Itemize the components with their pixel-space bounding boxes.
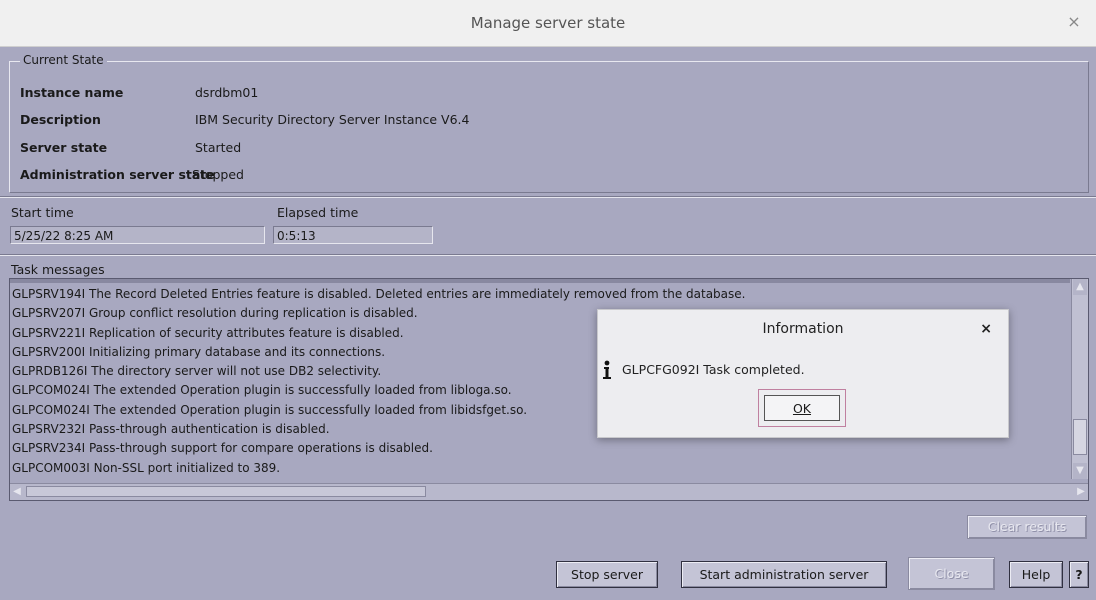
scroll-right-icon[interactable]: ▶: [1074, 484, 1088, 500]
dialog-title: Information: [762, 321, 844, 337]
info-icon: [603, 360, 611, 379]
manage-server-state-window: Manage server state × Current State Inst…: [0, 0, 1096, 600]
vertical-scrollbar[interactable]: ▲ ▼: [1071, 279, 1088, 479]
list-item: GLPCOM003I Non-SSL port initialized to 3…: [12, 460, 281, 475]
elapsed-time-label: Elapsed time: [277, 205, 359, 220]
instance-name-label: Instance name: [20, 85, 124, 100]
horizontal-scroll-thumb[interactable]: [26, 486, 426, 497]
scroll-down-icon[interactable]: ▼: [1073, 463, 1087, 479]
server-state-label: Server state: [20, 140, 108, 155]
scroll-up-icon[interactable]: ▲: [1073, 279, 1087, 295]
instance-name-value: dsrdbm01: [195, 85, 259, 100]
current-state-legend: Current State: [20, 53, 107, 67]
information-dialog: Information × GLPCFG092I Task completed.…: [597, 309, 1009, 438]
dialog-close-icon[interactable]: ×: [980, 321, 992, 337]
stop-server-button[interactable]: Stop server: [556, 561, 658, 588]
current-state-group: Current State Instance name dsrdbm01 Des…: [9, 53, 1089, 193]
list-item: GLPSRV234I Pass-through support for comp…: [12, 441, 433, 456]
separator: [0, 196, 1096, 198]
list-top-edge: [10, 279, 1070, 283]
window-close-icon[interactable]: ×: [1064, 12, 1084, 32]
help-question-button[interactable]: ?: [1069, 561, 1089, 588]
start-time-field: 5/25/22 8:25 AM: [10, 226, 265, 244]
close-button[interactable]: Close: [908, 557, 995, 590]
description-value: IBM Security Directory Server Instance V…: [195, 112, 470, 127]
list-item: GLPSRV194I The Record Deleted Entries fe…: [12, 287, 746, 301]
horizontal-scrollbar[interactable]: ◀ ▶: [10, 483, 1088, 500]
separator: [0, 254, 1096, 256]
server-state-value: Started: [195, 140, 242, 155]
description-label: Description: [20, 112, 101, 127]
ok-button-label: OK: [764, 395, 840, 421]
title-bar: Manage server state ×: [0, 0, 1096, 47]
help-button[interactable]: Help: [1009, 561, 1063, 588]
vertical-scroll-thumb[interactable]: [1073, 419, 1087, 455]
admin-server-state-value: Stopped: [192, 167, 244, 182]
start-time-label: Start time: [11, 205, 74, 220]
elapsed-time-field: 0:5:13: [273, 226, 433, 244]
admin-server-state-label: Administration server state: [20, 167, 215, 182]
start-administration-server-button[interactable]: Start administration server: [681, 561, 887, 588]
task-messages-label: Task messages: [11, 262, 105, 277]
dialog-message: GLPCFG092I Task completed.: [622, 362, 805, 377]
window-title: Manage server state: [470, 14, 626, 32]
ok-button[interactable]: OK: [758, 389, 846, 427]
clear-results-button[interactable]: Clear results: [967, 515, 1087, 539]
scroll-left-icon[interactable]: ◀: [10, 484, 24, 500]
